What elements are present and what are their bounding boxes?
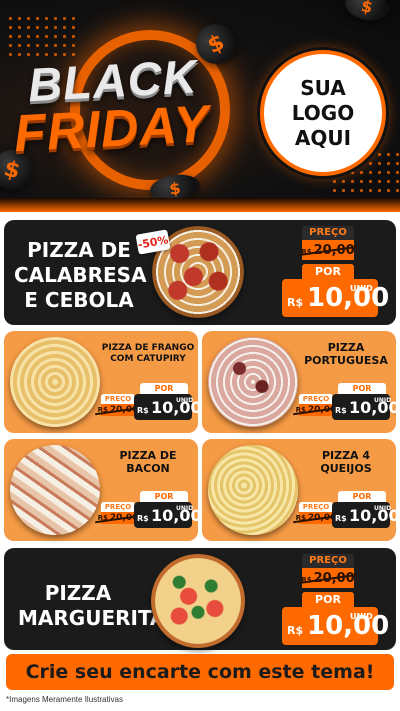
product-title: PIZZA 4 QUEIJOS	[320, 449, 372, 475]
new-price: R$ 10,00 UNID	[332, 502, 400, 528]
new-price: R$ 10,00 UNID	[282, 607, 389, 645]
header-banner: $ $ $ $ BLACK FRIDAY SUA LOGO AQUI	[0, 0, 400, 212]
product-title: PIZZA DE FRANGO COM CATUPIRY	[101, 343, 195, 364]
logo-text: AQUI	[294, 125, 352, 150]
coin-icon: $	[342, 0, 392, 25]
preco-label: PREÇO	[302, 554, 354, 568]
pizza-marguerita-image	[151, 554, 245, 648]
por-label: POR	[302, 264, 354, 279]
pizza-frango-image	[10, 337, 100, 427]
por-label: POR	[302, 592, 354, 607]
product-title: PIZZA PORTUGUESA	[304, 341, 388, 367]
por-label: POR	[140, 383, 188, 394]
old-price: R$ 20,00	[295, 404, 337, 416]
product-title: PIZZA DE CALABRESA E CEBOLA	[14, 238, 147, 312]
logo-text: SUA	[300, 75, 346, 100]
new-price: R$ 10,00 UNID	[282, 279, 389, 317]
preco-label: PREÇO	[302, 226, 354, 240]
old-price: R$ 20,00	[295, 512, 337, 524]
por-label: POR	[140, 491, 188, 502]
product-title: PIZZA DE BACON	[119, 449, 177, 475]
logo-text: LOGO	[291, 100, 355, 125]
product-title: PIZZA MARGUERITA	[18, 581, 166, 630]
new-price: R$ 10,00 UNID	[134, 502, 202, 528]
cta-banner[interactable]: Crie seu encarte com este tema!	[6, 654, 394, 690]
old-price: R$ 20,00	[301, 568, 355, 588]
preco-label: PREÇO	[101, 394, 135, 404]
disclaimer-text: *Imagens Meramente Ilustrativas	[6, 695, 123, 704]
pizza-4-queijos-image	[208, 445, 298, 535]
por-label: POR	[338, 491, 386, 502]
dot-pattern	[6, 14, 76, 58]
pizza-bacon-image	[10, 445, 100, 535]
preco-label: PREÇO	[101, 502, 135, 512]
new-price: R$ 10,00 UNID	[134, 394, 202, 420]
new-price: R$ 10,00 UNID	[332, 394, 400, 420]
pizza-portuguesa-image	[208, 337, 298, 427]
preco-label: PREÇO	[299, 502, 333, 512]
old-price: R$ 20,00	[301, 240, 355, 260]
por-label: POR	[338, 383, 386, 394]
preco-label: PREÇO	[299, 394, 333, 404]
old-price: R$ 20,00	[97, 404, 139, 416]
headline-friday: FRIDAY	[12, 95, 212, 164]
old-price: R$ 20,00	[97, 512, 139, 524]
logo-placeholder[interactable]: SUA LOGO AQUI	[260, 50, 386, 176]
